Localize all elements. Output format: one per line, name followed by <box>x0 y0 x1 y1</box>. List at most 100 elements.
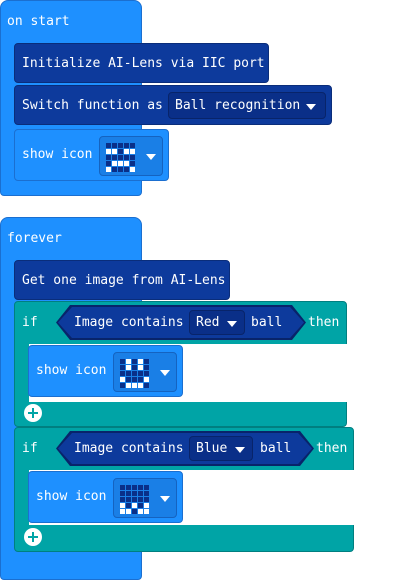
color-dropdown-value: Blue <box>196 441 228 456</box>
init-ailens-block[interactable]: Initialize AI-Lens via IIC port <box>14 43 269 83</box>
led-off <box>132 371 137 376</box>
show-icon-label: show icon <box>22 147 93 162</box>
add-plus-icon[interactable] <box>24 528 42 546</box>
led-on <box>118 161 123 166</box>
function-dropdown[interactable]: Ball recognition <box>168 92 326 119</box>
image-contains-condition[interactable]: Image contains Red ball <box>58 307 304 338</box>
show-icon-block[interactable]: show icon <box>28 345 183 397</box>
led-off <box>126 371 131 376</box>
led-off <box>138 497 143 502</box>
image-contains-condition[interactable]: Image contains Blue ball <box>58 433 312 464</box>
show-icon-label: show icon <box>36 363 107 378</box>
icon-dropdown[interactable] <box>113 478 177 518</box>
led-off <box>118 167 123 172</box>
led-off <box>138 377 143 382</box>
led-on <box>112 161 117 166</box>
led-off <box>132 491 137 496</box>
led-on <box>144 509 149 514</box>
led-off <box>144 371 149 376</box>
led-off <box>120 365 125 370</box>
led-off <box>132 359 137 364</box>
led-off <box>120 485 125 490</box>
led-off <box>130 161 135 166</box>
show-icon-label: show icon <box>36 489 107 504</box>
condition-label: Image contains <box>74 315 184 330</box>
color-dropdown[interactable]: Blue <box>189 436 253 461</box>
led-off <box>144 383 149 388</box>
led-on <box>120 377 125 382</box>
led-off <box>138 485 143 490</box>
led-off <box>120 371 125 376</box>
led-off <box>132 497 137 502</box>
if-label: if <box>22 441 38 456</box>
led-on <box>130 167 135 172</box>
led-off <box>138 491 143 496</box>
led-off <box>138 503 143 508</box>
condition-label: Image contains <box>74 441 184 456</box>
led-on <box>126 359 131 364</box>
icon-preview <box>120 359 149 388</box>
icon-dropdown[interactable] <box>113 352 177 392</box>
led-off <box>106 143 111 148</box>
led-on <box>138 359 143 364</box>
get-image-label: Get one image from AI-Lens <box>22 273 226 288</box>
led-off <box>144 485 149 490</box>
led-off <box>130 143 135 148</box>
chevron-down-icon <box>160 496 170 502</box>
led-off <box>144 491 149 496</box>
led-off <box>112 143 117 148</box>
icon-preview <box>120 485 149 514</box>
if-label: if <box>22 315 38 330</box>
led-off <box>132 365 137 370</box>
led-on <box>120 503 125 508</box>
led-off <box>126 497 131 502</box>
led-off <box>118 155 123 160</box>
ball-label: ball <box>260 441 292 456</box>
chevron-down-icon <box>227 321 237 327</box>
color-dropdown-value: Red <box>196 315 220 330</box>
led-off <box>132 485 137 490</box>
led-off <box>130 155 135 160</box>
led-off <box>120 491 125 496</box>
add-plus-icon[interactable] <box>24 404 42 422</box>
led-on <box>138 509 143 514</box>
led-off <box>124 155 129 160</box>
led-on <box>112 149 117 154</box>
switch-function-block[interactable]: Switch function as Ball recognition <box>14 85 332 125</box>
led-on <box>126 365 131 370</box>
led-off <box>106 161 111 166</box>
led-on <box>138 383 143 388</box>
show-icon-block[interactable]: show icon <box>28 471 183 523</box>
led-off <box>126 491 131 496</box>
led-on <box>132 503 137 508</box>
icon-preview <box>106 143 135 172</box>
led-on <box>126 509 131 514</box>
led-off <box>118 149 123 154</box>
led-on <box>124 149 129 154</box>
color-dropdown[interactable]: Red <box>189 310 245 335</box>
then-label: then <box>308 315 340 330</box>
chevron-down-icon <box>146 154 156 160</box>
led-off <box>120 383 125 388</box>
led-on <box>132 383 137 388</box>
chevron-down-icon <box>160 370 170 376</box>
chevron-down-icon <box>306 104 316 110</box>
init-ailens-label: Initialize AI-Lens via IIC port <box>22 56 265 71</box>
led-off <box>144 359 149 364</box>
led-off <box>106 155 111 160</box>
show-icon-block[interactable]: show icon <box>14 129 169 181</box>
led-on <box>130 149 135 154</box>
led-off <box>132 377 137 382</box>
switch-function-label: Switch function as <box>22 98 163 113</box>
led-off <box>126 503 131 508</box>
on-start-label: on start <box>7 14 70 29</box>
forever-label: forever <box>7 231 62 246</box>
led-on <box>106 149 111 154</box>
led-on <box>138 365 143 370</box>
icon-dropdown[interactable] <box>99 136 163 176</box>
led-off <box>124 143 129 148</box>
led-on <box>106 167 111 172</box>
led-off <box>144 365 149 370</box>
led-off <box>126 377 131 382</box>
get-image-block[interactable]: Get one image from AI-Lens <box>14 260 230 300</box>
